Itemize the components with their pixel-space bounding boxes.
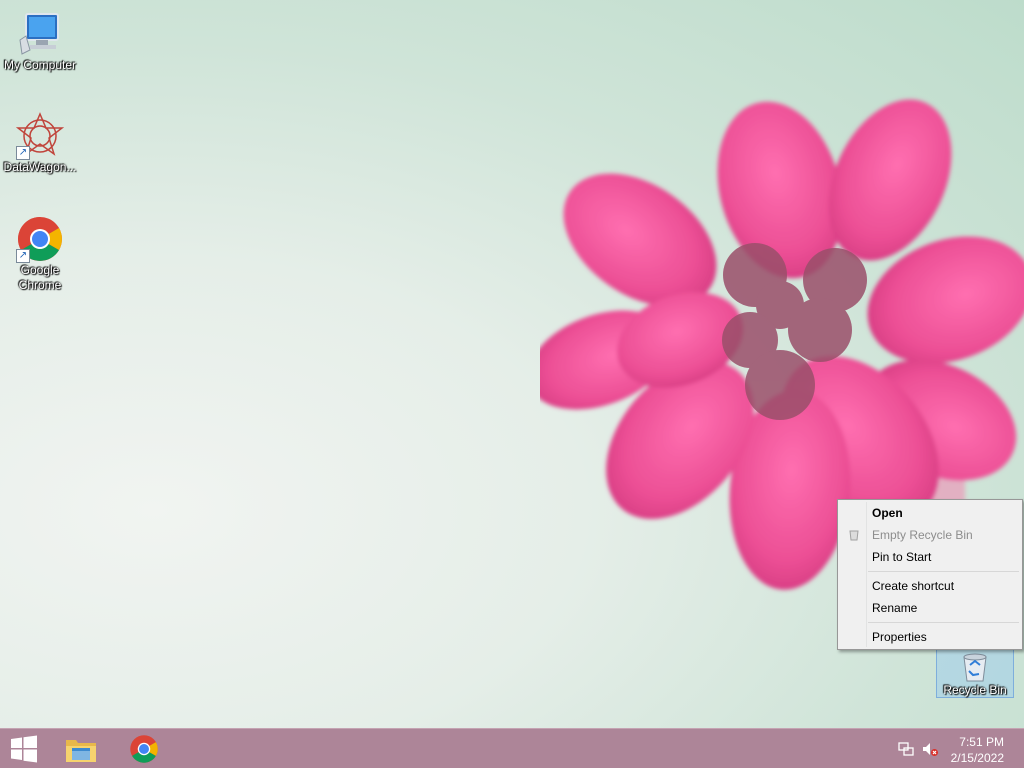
desktop-icon-my-computer[interactable]: My Computer [0, 10, 80, 73]
file-explorer-icon [66, 740, 96, 762]
system-clock[interactable]: 7:51 PM 2/15/2022 [951, 734, 1004, 766]
start-icon [11, 735, 37, 763]
desktop-icon-recycle-bin[interactable]: Recycle Bin [936, 648, 1014, 698]
network-icon[interactable] [898, 741, 914, 757]
menu-item-create-shortcut[interactable]: Create shortcut [840, 575, 1020, 597]
taskbar: 7:51 PM 2/15/2022 [0, 728, 1024, 768]
clock-date: 2/15/2022 [950, 751, 1004, 765]
taskbar-file-explorer[interactable] [57, 729, 105, 768]
icon-label: DataWagon... [3, 160, 77, 174]
clock-time: 7:51 PM [959, 735, 1004, 749]
menu-separator [868, 571, 1019, 572]
volume-muted-icon[interactable] [922, 741, 938, 757]
icon-label: Recycle Bin [943, 683, 1007, 697]
chrome-icon: ↗ [16, 215, 64, 263]
menu-item-properties[interactable]: Properties [840, 626, 1020, 648]
menu-separator [868, 622, 1019, 623]
icon-label: My Computer [3, 58, 77, 72]
menu-item-label: Empty Recycle Bin [872, 528, 973, 542]
recycle-bin-icon [849, 530, 859, 541]
desktop-icon-google-chrome[interactable]: ↗ Google Chrome [0, 215, 80, 293]
menu-item-open[interactable]: Open [840, 502, 1020, 524]
icon-label: Google Chrome [18, 263, 62, 292]
desktop-icon-datawagon[interactable]: ↗ DataWagon... [0, 112, 80, 175]
computer-icon [16, 10, 64, 58]
chrome-icon [130, 735, 158, 763]
start-button[interactable] [0, 729, 48, 768]
shortcut-arrow-icon: ↗ [16, 249, 30, 263]
menu-item-rename[interactable]: Rename [840, 597, 1020, 619]
recycle-bin-icon [955, 651, 995, 683]
shortcut-arrow-icon: ↗ [16, 146, 30, 160]
menu-item-empty-recycle-bin: Empty Recycle Bin [840, 524, 1020, 546]
context-menu: Open Empty Recycle Bin Pin to Start Crea… [837, 499, 1023, 650]
datawagon-icon: ↗ [15, 112, 65, 160]
menu-item-pin-to-start[interactable]: Pin to Start [840, 546, 1020, 568]
taskbar-chrome[interactable] [120, 729, 168, 768]
